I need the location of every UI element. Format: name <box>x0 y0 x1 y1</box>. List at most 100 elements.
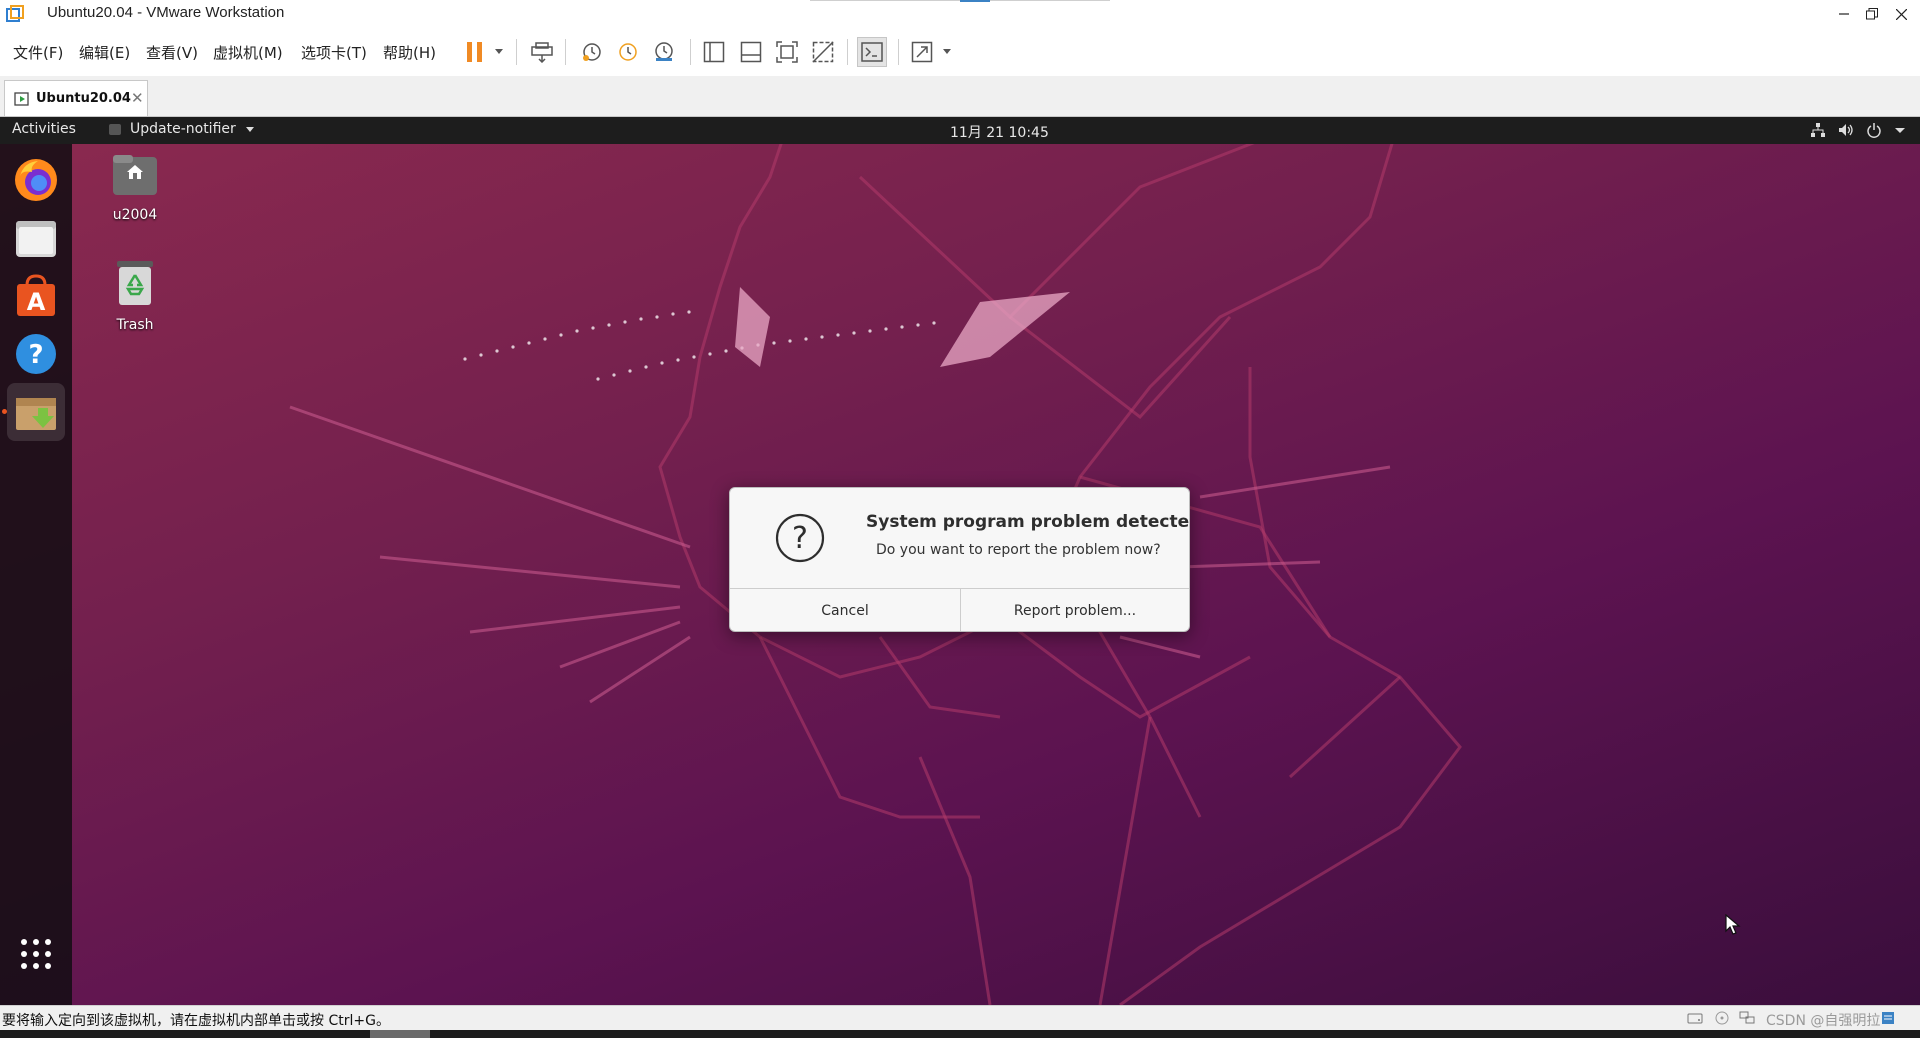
menu-help[interactable]: 帮助(H) <box>383 42 436 63</box>
mouse-cursor-icon <box>1725 914 1741 935</box>
tab-close-icon[interactable]: ✕ <box>131 89 144 107</box>
status-hint: 要将输入定向到该虚拟机，请在虚拟机内部单击或按 Ctrl+G。 <box>2 1013 390 1029</box>
dock-firefox[interactable] <box>7 151 65 209</box>
unity-button[interactable] <box>808 37 838 67</box>
library-view-icon <box>703 41 725 63</box>
power-icon[interactable] <box>1866 122 1882 138</box>
system-menu-chevron-icon[interactable] <box>1892 122 1908 138</box>
snapshot-manager-icon <box>655 42 673 61</box>
dock-files[interactable] <box>7 209 65 267</box>
report-problem-button[interactable]: Report problem... <box>961 589 1189 631</box>
stretch-guest-icon <box>911 41 933 63</box>
taskbar-strip <box>0 1030 1920 1038</box>
menu-vm[interactable]: 虚拟机(M) <box>213 42 283 63</box>
network-adapter-icon[interactable] <box>1739 1011 1755 1025</box>
software-center-icon: A <box>17 274 55 316</box>
thumbnail-view-icon <box>740 41 762 63</box>
watermark: CSDN @自强明拉 <box>1766 1013 1881 1029</box>
pause-button[interactable] <box>460 37 490 67</box>
vmware-logo-icon <box>6 5 24 22</box>
app-menu-chevron-icon <box>246 126 255 132</box>
pause-dropdown-chevron-icon[interactable] <box>495 49 503 54</box>
thumbnail-view-button[interactable] <box>736 37 766 67</box>
toolbar-divider <box>898 39 899 65</box>
svg-text:A: A <box>27 288 46 316</box>
hard-disk-icon[interactable] <box>1687 1011 1703 1025</box>
toolbar-divider <box>516 39 517 65</box>
dock-software-updater[interactable] <box>7 383 65 441</box>
dock-help[interactable]: ? <box>7 325 65 383</box>
toolbar-divider <box>847 39 848 65</box>
desktop-icon-home[interactable]: u2004 <box>90 153 180 223</box>
firefox-icon <box>15 159 57 201</box>
app-menu-label: Update-notifier <box>130 121 236 137</box>
menu-tabs[interactable]: 选项卡(T) <box>301 42 367 63</box>
close-icon <box>1895 8 1907 20</box>
dock-show-applications[interactable] <box>7 925 65 983</box>
title-bar: Ubuntu20.04 - VMware Workstation <box>0 0 1920 28</box>
snapshot-manager-button[interactable] <box>649 37 679 67</box>
dialog-title: System program problem detected <box>866 512 1190 532</box>
svg-text:?: ? <box>28 340 43 370</box>
show-applications-icon <box>21 939 51 969</box>
window-title: Ubuntu20.04 - VMware Workstation <box>47 4 285 21</box>
desktop-icon-label: u2004 <box>112 207 158 223</box>
tab-strip: Ubuntu20.04 ✕ <box>0 76 1920 117</box>
snapshot-take-button[interactable] <box>577 37 607 67</box>
cancel-button[interactable]: Cancel <box>730 589 961 631</box>
question-icon: ? <box>775 513 825 563</box>
restore-icon <box>1866 8 1878 20</box>
snapshot-revert-button[interactable] <box>613 37 643 67</box>
send-ctrl-alt-del-icon <box>531 42 553 63</box>
toolbar-divider <box>690 39 691 65</box>
minimize-icon <box>1839 13 1849 15</box>
cd-rom-icon[interactable] <box>1714 1011 1730 1025</box>
network-icon[interactable] <box>1810 122 1826 138</box>
dock-software[interactable]: A <box>7 267 65 325</box>
snapshot-take-icon <box>583 43 601 61</box>
status-bar: 要将输入定向到该虚拟机，请在虚拟机内部单击或按 Ctrl+G。 CSDN @自强… <box>0 1005 1920 1031</box>
close-button[interactable] <box>1884 0 1918 28</box>
activities-button[interactable]: Activities <box>12 121 76 137</box>
dialog-button-bar: Cancel Report problem... <box>730 588 1189 631</box>
tab-ubuntu[interactable]: Ubuntu20.04 ✕ <box>4 80 148 116</box>
desktop-icon-label: Trash <box>116 317 154 333</box>
title-accent <box>960 0 990 2</box>
message-log-icon[interactable] <box>1880 1011 1896 1025</box>
send-ctrl-alt-del-button[interactable] <box>527 37 557 67</box>
home-folder-icon <box>113 155 157 195</box>
stretch-guest-button[interactable] <box>907 37 937 67</box>
fullscreen-icon <box>776 41 798 63</box>
help-icon: ? <box>16 334 56 374</box>
volume-icon[interactable] <box>1838 122 1854 138</box>
snapshot-revert-icon <box>619 43 637 61</box>
menu-edit[interactable]: 编辑(E) <box>79 42 130 63</box>
stretch-dropdown-chevron-icon[interactable] <box>943 49 951 54</box>
console-view-icon <box>861 42 883 62</box>
menu-file[interactable]: 文件(F) <box>13 42 63 63</box>
app-menu[interactable]: Update-notifier <box>109 121 255 137</box>
vm-tab-icon <box>14 92 29 106</box>
pause-icon <box>467 42 482 62</box>
menu-view[interactable]: 查看(V) <box>146 42 198 63</box>
software-updater-icon <box>16 398 56 430</box>
app-menu-icon <box>109 124 121 135</box>
problem-report-dialog: ? System program problem detected Do you… <box>729 487 1190 632</box>
running-indicator <box>2 409 7 414</box>
gnome-top-bar: Activities Update-notifier 11月 21 10:45 <box>0 117 1920 144</box>
trash-icon <box>117 261 153 305</box>
vm-console[interactable]: Activities Update-notifier 11月 21 10:45 <box>0 117 1920 1005</box>
desktop-icon-trash[interactable]: Trash <box>90 259 180 333</box>
toolbar-divider <box>565 39 566 65</box>
library-view-button[interactable] <box>699 37 729 67</box>
fullscreen-button[interactable] <box>772 37 802 67</box>
clock[interactable]: 11月 21 10:45 <box>950 122 1049 142</box>
svg-text:?: ? <box>792 521 808 556</box>
unity-icon <box>812 41 834 63</box>
tab-label: Ubuntu20.04 <box>36 91 131 106</box>
taskbar-selection <box>370 1030 430 1038</box>
files-icon <box>16 221 56 257</box>
console-view-button[interactable] <box>857 37 887 67</box>
dialog-message: Do you want to report the problem now? <box>876 542 1161 558</box>
menu-toolbar: 文件(F) 编辑(E) 查看(V) 虚拟机(M) 选项卡(T) 帮助(H) <box>0 28 1920 77</box>
